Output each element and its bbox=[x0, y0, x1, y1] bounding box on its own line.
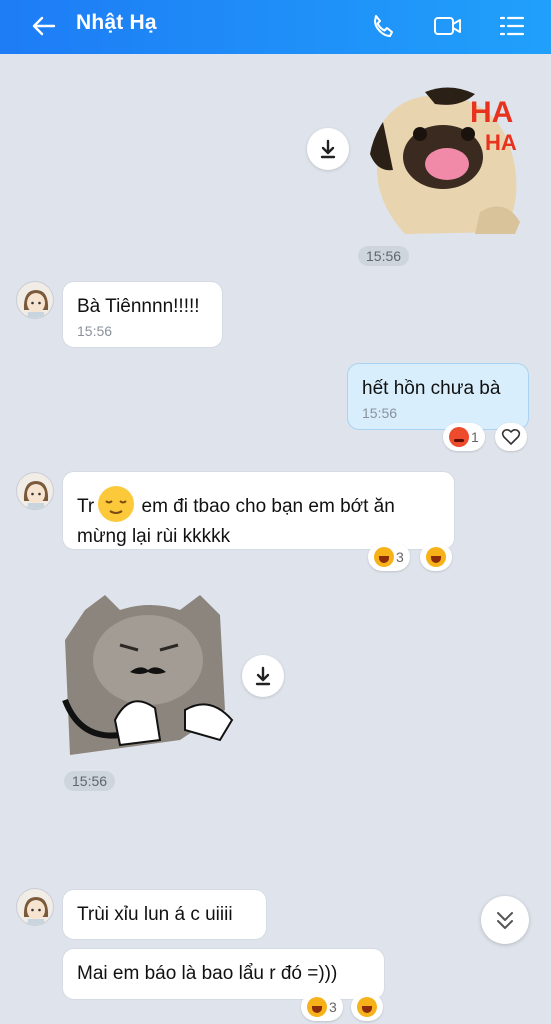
message-time: 15:56 bbox=[362, 405, 398, 421]
download-button[interactable] bbox=[242, 655, 284, 697]
avatar-image bbox=[23, 897, 49, 925]
message-bubble-outgoing[interactable]: hết hồn chưa bà 15:56 bbox=[347, 363, 529, 430]
laugh-emoji-icon bbox=[307, 997, 327, 1017]
message-text: Mai em báo là bao lẩu r đó =))) bbox=[77, 963, 338, 984]
message-text: hết hồn chưa bà bbox=[362, 378, 501, 399]
message-text-part: Tr bbox=[77, 496, 95, 517]
download-button[interactable] bbox=[307, 128, 349, 170]
message-bubble[interactable]: Tr em đi tbao cho bạn em bớt ăn mừng lại… bbox=[62, 471, 455, 550]
phone-icon[interactable] bbox=[367, 10, 399, 42]
avatar-image bbox=[23, 290, 49, 318]
message-text: Bà Tiênnnn!!!!! bbox=[77, 296, 200, 317]
scroll-to-bottom-button[interactable] bbox=[481, 896, 529, 944]
contact-name[interactable]: Nhật Hạ bbox=[76, 11, 157, 35]
timestamp: 15:56 bbox=[358, 246, 410, 266]
laugh-emoji-icon bbox=[426, 547, 446, 567]
reaction-count: 3 bbox=[396, 549, 404, 565]
relieved-emoji-icon bbox=[96, 484, 136, 524]
reaction-count: 3 bbox=[329, 999, 337, 1015]
timestamp: 15:56 bbox=[64, 771, 116, 791]
video-call-icon[interactable] bbox=[432, 10, 464, 42]
menu-icon[interactable] bbox=[496, 10, 528, 42]
angry-emoji-icon bbox=[449, 427, 469, 447]
pug-sticker[interactable]: HA HA bbox=[365, 82, 535, 237]
download-icon bbox=[255, 666, 271, 686]
react-button[interactable] bbox=[495, 423, 527, 451]
heart-icon bbox=[501, 428, 521, 445]
laugh-emoji-icon bbox=[357, 997, 377, 1017]
reaction-summary[interactable]: 1 bbox=[443, 423, 485, 451]
reaction-count: 1 bbox=[471, 429, 479, 445]
react-button[interactable] bbox=[420, 543, 452, 571]
double-chevron-down-icon bbox=[497, 912, 513, 929]
message-bubble[interactable]: Trùi xỉu lun á c uiiii bbox=[62, 889, 267, 940]
back-arrow-icon[interactable] bbox=[28, 10, 60, 42]
cat-sticker[interactable] bbox=[60, 590, 240, 760]
react-button[interactable] bbox=[351, 993, 383, 1021]
message-bubble[interactable]: Bà Tiênnnn!!!!! 15:56 bbox=[62, 281, 223, 348]
reaction-summary[interactable]: 3 bbox=[301, 993, 343, 1021]
avatar[interactable] bbox=[16, 888, 54, 926]
chat-header: Nhật Hạ bbox=[0, 0, 551, 54]
reaction-summary[interactable]: 3 bbox=[368, 543, 410, 571]
message-text: Trùi xỉu lun á c uiiii bbox=[77, 904, 233, 925]
avatar[interactable] bbox=[16, 281, 54, 319]
avatar[interactable] bbox=[16, 472, 54, 510]
download-icon bbox=[320, 139, 336, 159]
avatar-image bbox=[23, 481, 49, 509]
laugh-emoji-icon bbox=[374, 547, 394, 567]
message-time: 15:56 bbox=[77, 323, 113, 339]
message-bubble[interactable]: Mai em báo là bao lẩu r đó =))) bbox=[62, 948, 385, 1000]
